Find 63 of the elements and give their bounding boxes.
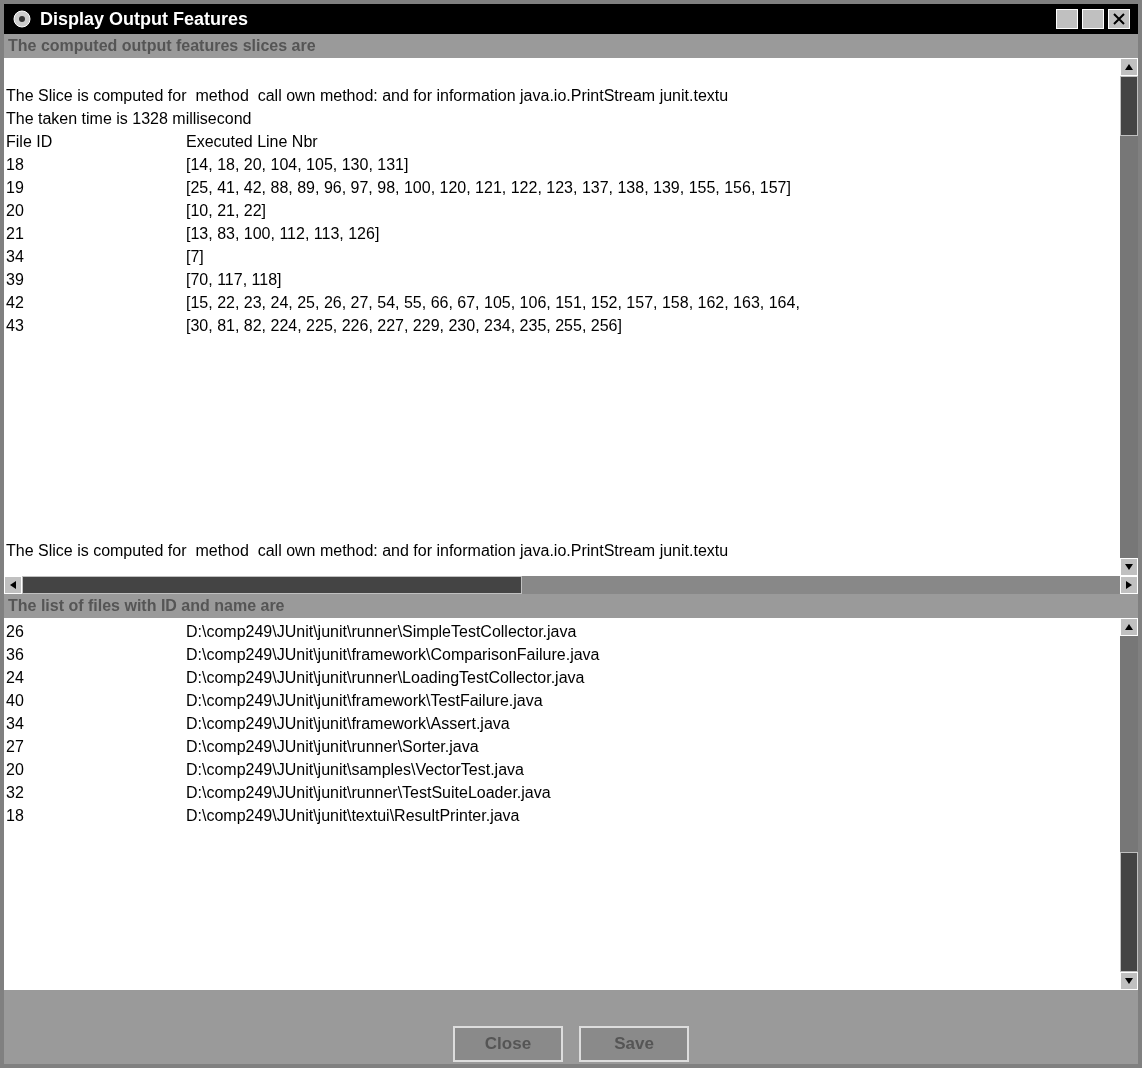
file-path-cell-text: D:\comp249\JUnit\junit\runner\Sorter.java bbox=[186, 737, 479, 757]
time-text: The taken time is 1328 millisecond bbox=[6, 109, 253, 129]
column-header: File ID bbox=[6, 132, 54, 152]
file-path-cell-text: D:\comp249\JUnit\junit\framework\TestFailure.java bbox=[186, 691, 543, 711]
file-id-cell-text: 43 bbox=[6, 316, 25, 336]
scroll-thumb[interactable] bbox=[1120, 76, 1138, 136]
line-numbers-cell-text: [15, 22, 23, 24, 25, 26, 27, 54, 55, 66, 67, 105, 106, 151, 152, 157, 158, 162, 163, 164, bbox=[186, 293, 800, 313]
scroll-thumb[interactable] bbox=[1120, 852, 1138, 972]
section-label: The list of files with ID and name are bbox=[7, 596, 286, 616]
down-arrow-icon bbox=[1125, 978, 1133, 984]
file-id-cell-text: 20 bbox=[6, 760, 25, 780]
file-id-cell-text: 42 bbox=[6, 293, 25, 313]
slice-intro-text: The Slice is computed for method call own method: and for information java.io.PrintStream junit.textu bbox=[6, 541, 730, 561]
file-id-cell-text: 19 bbox=[6, 178, 25, 198]
file-path-cell-text: D:\comp249\JUnit\junit\samples\VectorTest.java bbox=[186, 760, 524, 780]
section-label: The computed output features slices are bbox=[7, 36, 317, 56]
file-id-cell-text: 39 bbox=[6, 270, 25, 290]
file-path-cell-text: D:\comp249\JUnit\junit\framework\Assert.java bbox=[186, 714, 510, 734]
file-id-cell-text: 18 bbox=[6, 155, 25, 175]
file-id-cell-text: 34 bbox=[6, 247, 25, 267]
file-id-cell-text: 32 bbox=[6, 783, 25, 803]
file-id-cell-text: 36 bbox=[6, 645, 25, 665]
vertical-scrollbar[interactable] bbox=[1120, 58, 1138, 576]
close-window-button[interactable] bbox=[1108, 9, 1130, 29]
file-path-cell-text: D:\comp249\JUnit\junit\textui\ResultPrinter.java bbox=[186, 806, 520, 826]
line-numbers-cell-text: [13, 83, 100, 112, 113, 126] bbox=[186, 224, 380, 244]
right-arrow-icon bbox=[1126, 581, 1132, 589]
file-path-cell-text: D:\comp249\JUnit\junit\runner\LoadingTestCollector.java bbox=[186, 668, 585, 688]
vertical-scrollbar[interactable] bbox=[1120, 618, 1138, 990]
window-title: Display Output Features bbox=[40, 7, 249, 31]
line-numbers-cell-text: [14, 18, 20, 104, 105, 130, 131] bbox=[186, 155, 409, 175]
file-id-cell-text: 21 bbox=[6, 224, 25, 244]
line-numbers-cell-text: [70, 117, 118] bbox=[186, 270, 282, 290]
line-numbers-cell-text: [30, 81, 82, 224, 225, 226, 227, 229, 230, 234, 235, 255, 256] bbox=[186, 316, 622, 336]
line-numbers-cell-text: [10, 21, 22] bbox=[186, 201, 267, 221]
file-id-cell-text: 27 bbox=[6, 737, 25, 757]
line-numbers-cell-text: [7] bbox=[186, 247, 204, 267]
horizontal-scrollbar[interactable] bbox=[4, 576, 1138, 594]
file-path-cell-text: D:\comp249\JUnit\junit\runner\TestSuiteLoader.java bbox=[186, 783, 551, 803]
file-path-cell-text: D:\comp249\JUnit\junit\runner\SimpleTestCollector.java bbox=[186, 622, 577, 642]
file-id-cell-text: 20 bbox=[6, 201, 25, 221]
up-arrow-icon bbox=[1125, 624, 1133, 630]
app-icon bbox=[12, 9, 32, 29]
file-id-cell-text: 26 bbox=[6, 622, 25, 642]
file-id-cell-text: 18 bbox=[6, 806, 25, 826]
scroll-down-button[interactable] bbox=[1120, 972, 1138, 990]
scroll-left-button[interactable] bbox=[4, 576, 22, 594]
scroll-down-button[interactable] bbox=[1120, 558, 1138, 576]
file-id-cell-text: 34 bbox=[6, 714, 25, 734]
scroll-up-button[interactable] bbox=[1120, 58, 1138, 76]
line-numbers-cell-text: [25, 41, 42, 88, 89, 96, 97, 98, 100, 120, 121, 122, 123, 137, 138, 139, 155, 156, 157] bbox=[186, 178, 791, 198]
scroll-thumb[interactable] bbox=[22, 576, 522, 594]
up-arrow-icon bbox=[1125, 64, 1133, 70]
scroll-right-button[interactable] bbox=[1120, 576, 1138, 594]
slice-intro-text: The Slice is computed for method call own method: and for information java.io.PrintStream junit.textu bbox=[6, 86, 730, 106]
file-id-cell-text: 40 bbox=[6, 691, 25, 711]
file-id-cell-text: 24 bbox=[6, 668, 25, 688]
left-arrow-icon bbox=[10, 581, 16, 589]
file-path-cell-text: D:\comp249\JUnit\junit\framework\ComparisonFailure.java bbox=[186, 645, 600, 665]
scroll-up-button[interactable] bbox=[1120, 618, 1138, 636]
column-header: Executed Line Nbr bbox=[186, 132, 318, 152]
down-arrow-icon bbox=[1125, 564, 1133, 570]
close-icon bbox=[1113, 13, 1125, 25]
